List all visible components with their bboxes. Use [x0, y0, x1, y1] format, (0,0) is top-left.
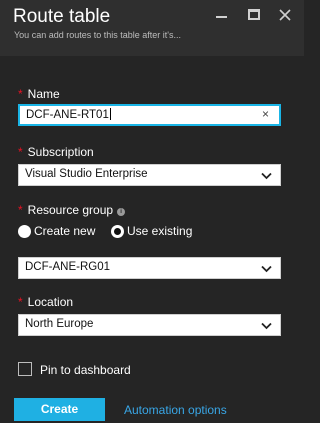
- chevron-down-icon: [261, 322, 272, 330]
- resource-group-value: DCF-ANE-RG01: [25, 261, 110, 273]
- blade-subtitle: You can add routes to this table after i…: [14, 30, 181, 40]
- pin-to-dashboard-checkbox[interactable]: [18, 362, 32, 376]
- name-input[interactable]: DCF-ANE-RT01 ×: [18, 104, 281, 126]
- use-existing-label: Use existing: [127, 224, 193, 238]
- info-icon[interactable]: i: [117, 208, 126, 216]
- subscription-value: Visual Studio Enterprise: [25, 168, 148, 180]
- name-label: Name: [27, 87, 60, 101]
- automation-options-link[interactable]: Automation options: [124, 403, 227, 417]
- name-input-value: DCF-ANE-RT01: [26, 109, 109, 121]
- resource-group-label-row: * Resource group i: [18, 203, 126, 217]
- location-dropdown[interactable]: North Europe: [18, 314, 281, 336]
- required-marker: *: [18, 145, 23, 159]
- name-label-row: * Name: [18, 87, 60, 101]
- chevron-down-icon: [261, 265, 272, 273]
- pin-to-dashboard-label[interactable]: Pin to dashboard: [40, 363, 131, 377]
- text-caret: [109, 108, 111, 120]
- radio-button-unchecked[interactable]: [18, 225, 31, 238]
- subscription-label-row: * Subscription: [18, 145, 94, 159]
- location-label-row: * Location: [18, 295, 73, 309]
- minimize-button[interactable]: [213, 6, 231, 24]
- create-new-label: Create new: [34, 224, 96, 238]
- required-marker: *: [18, 203, 23, 217]
- subscription-dropdown[interactable]: Visual Studio Enterprise: [18, 164, 281, 186]
- location-label: Location: [27, 295, 74, 309]
- minimize-icon: [216, 16, 227, 18]
- subscription-label: Subscription: [27, 145, 94, 159]
- location-value: North Europe: [25, 318, 94, 330]
- radio-button-checked[interactable]: [111, 225, 124, 238]
- close-icon: [279, 9, 291, 21]
- radio-create-new[interactable]: Create new: [18, 224, 108, 240]
- required-marker: *: [18, 87, 23, 101]
- radio-use-existing[interactable]: Use existing: [111, 224, 201, 240]
- maximize-icon: [248, 9, 260, 20]
- blade-header: Route table You can add routes to this t…: [0, 0, 304, 56]
- blade-title: Route table: [13, 6, 111, 27]
- create-button[interactable]: Create: [14, 398, 105, 421]
- maximize-button[interactable]: [245, 6, 263, 24]
- close-button[interactable]: [276, 6, 294, 24]
- clear-icon[interactable]: ×: [262, 107, 269, 121]
- required-marker: *: [18, 295, 23, 309]
- resource-group-dropdown[interactable]: DCF-ANE-RG01: [18, 257, 281, 279]
- resource-group-label: Resource group: [27, 203, 114, 217]
- chevron-down-icon: [261, 172, 272, 180]
